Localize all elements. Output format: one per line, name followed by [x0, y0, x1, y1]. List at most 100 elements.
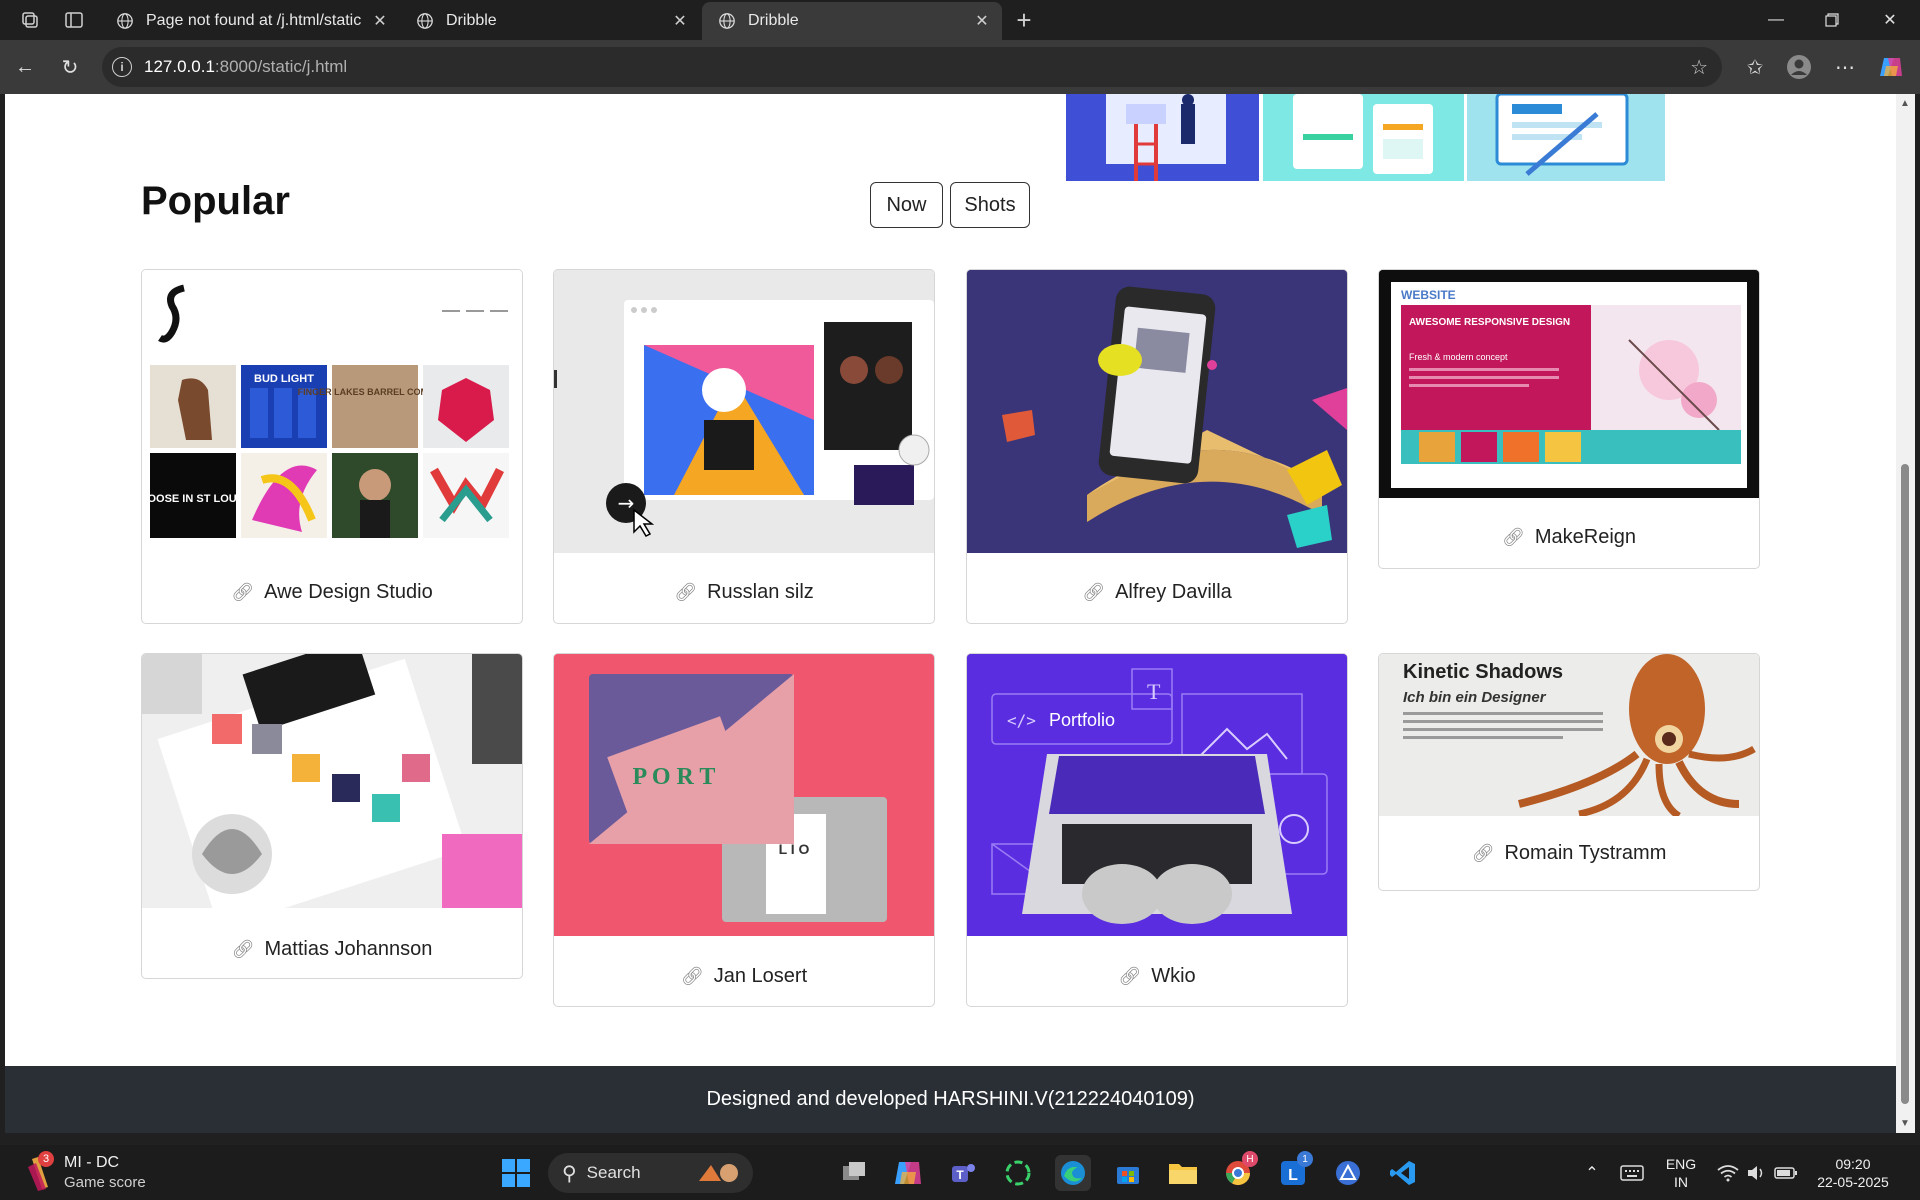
- workspaces-icon[interactable]: [18, 8, 42, 32]
- shot-card-label: Jan Losert: [713, 964, 808, 987]
- vscode-icon[interactable]: [1385, 1155, 1421, 1191]
- url-text[interactable]: 127.0.0.1:8000/static/j.html: [144, 57, 347, 77]
- linkedin-icon[interactable]: L 1: [1275, 1151, 1313, 1191]
- language-indicator[interactable]: ENG IN: [1662, 1155, 1700, 1191]
- copilot-taskbar-icon[interactable]: [890, 1155, 926, 1191]
- footer-credit: Designed and developed HARSHINI.V(212224…: [706, 1088, 1195, 1110]
- shot-card-caption[interactable]: 🔗︎ Alfrey Davilla: [967, 580, 1347, 604]
- battery-icon[interactable]: [1768, 1155, 1804, 1191]
- keyboard-icon[interactable]: [1614, 1155, 1650, 1191]
- shot-card-caption[interactable]: 🔗︎ Romain Tystramm: [1379, 841, 1759, 865]
- filter-shots-button[interactable]: Shots: [950, 182, 1030, 228]
- edge-icon[interactable]: [1055, 1155, 1091, 1191]
- back-arrow-icon[interactable]: ←: [10, 52, 40, 82]
- shot-card[interactable]: BUD LIGHT FINGER LAKES BARREL COMPANY GO…: [141, 269, 523, 624]
- shot-card-caption[interactable]: 🔗︎ Jan Losert: [554, 964, 934, 988]
- globe-icon: [719, 13, 735, 29]
- bud-light-text: BUD LIGHT: [254, 373, 314, 385]
- shot-card-label: Alfrey Davilla: [1115, 580, 1232, 603]
- shot-thumbnail[interactable]: [142, 654, 522, 908]
- link-icon: 🔗︎: [674, 581, 698, 602]
- tray-overflow-icon[interactable]: ⌃: [1574, 1155, 1610, 1191]
- shot-card[interactable]: </> Portfolio T 🔗︎ Wkio: [966, 653, 1348, 1007]
- shot-card[interactable]: WEBSITE AWESOME RESPONSIVE DESIGN Fresh …: [1378, 269, 1760, 569]
- address-bar[interactable]: i 127.0.0.1:8000/static/j.html ☆: [102, 47, 1722, 87]
- page-footer: Designed and developed HARSHINI.V(212224…: [5, 1066, 1896, 1133]
- url-path: :8000/static/j.html: [214, 57, 348, 76]
- makereign-headline: AWESOME RESPONSIVE DESIGN: [1409, 317, 1570, 328]
- shot-thumbnail[interactable]: Kinetic Shadows Ich bin ein Designer: [1379, 654, 1759, 816]
- tab-dribble-active[interactable]: Dribble ✕: [702, 2, 1002, 40]
- hero-illustration-ladder: [1066, 94, 1259, 181]
- shot-thumbnail[interactable]: WEBSITE AWESOME RESPONSIVE DESIGN Fresh …: [1379, 270, 1759, 498]
- clock-date: 22-05-2025: [1817, 1174, 1889, 1190]
- goose-text: GOOSE IN ST LOUIS: [142, 493, 247, 505]
- shot-card-label: Russlan silz: [707, 580, 814, 603]
- shot-card[interactable]: → 🔗︎ Russlan silz: [553, 269, 935, 624]
- shot-thumbnail[interactable]: [967, 270, 1347, 553]
- shot-card-caption[interactable]: 🔗︎ Awe Design Studio: [142, 580, 522, 604]
- restore-icon[interactable]: [1804, 0, 1860, 40]
- shot-thumbnail[interactable]: L I O P O R T: [554, 654, 934, 936]
- file-explorer-icon[interactable]: [1165, 1155, 1201, 1191]
- favorites-icon[interactable]: ✩: [1740, 52, 1770, 82]
- shot-card[interactable]: 🔗︎ Alfrey Davilla: [966, 269, 1348, 624]
- profile-avatar-icon[interactable]: [1784, 52, 1814, 82]
- link-icon: 🔗︎: [680, 965, 704, 986]
- browser-toolbar: ← ↻ i 127.0.0.1:8000/static/j.html ☆ ✩ ⋯: [0, 40, 1920, 94]
- tab-actions-icon[interactable]: [62, 8, 86, 32]
- new-tab-icon[interactable]: +: [1012, 5, 1036, 35]
- close-icon[interactable]: ✕: [970, 11, 994, 31]
- page-viewport: Popular Now Shots BUD LIGHT FINGER LAKES…: [5, 94, 1896, 1133]
- shot-card-caption[interactable]: 🔗︎ Mattias Johannson: [142, 937, 522, 961]
- windows-start-icon[interactable]: [498, 1155, 534, 1191]
- hero-illustration-app-screens: [1263, 94, 1464, 181]
- task-view-icon[interactable]: [836, 1155, 872, 1191]
- shot-card-caption[interactable]: 🔗︎ Russlan silz: [554, 580, 934, 604]
- close-icon[interactable]: ✕: [668, 11, 692, 31]
- page-title: Popular: [141, 179, 290, 223]
- copilot-icon[interactable]: [1876, 52, 1906, 82]
- close-icon[interactable]: ✕: [368, 11, 392, 31]
- favorite-star-icon[interactable]: ☆: [1690, 55, 1708, 80]
- minimize-icon[interactable]: ―: [1748, 0, 1804, 40]
- store-icon[interactable]: [1110, 1155, 1146, 1191]
- search-label: Search: [586, 1163, 641, 1182]
- tab-dribble[interactable]: Dribble ✕: [400, 2, 700, 40]
- scrollbar-thumb[interactable]: [1901, 464, 1909, 1104]
- shot-card[interactable]: Kinetic Shadows Ich bin ein Designer 🔗︎ …: [1378, 653, 1760, 891]
- search-icon: ⚲: [562, 1162, 577, 1185]
- refresh-icon[interactable]: ↻: [55, 52, 85, 82]
- filter-now-button[interactable]: Now: [870, 182, 943, 228]
- link-icon: 🔗︎: [1118, 965, 1142, 986]
- app-triangle-icon[interactable]: [1330, 1155, 1366, 1191]
- game-widget[interactable]: 3 MI - DC Game score: [24, 1151, 146, 1193]
- shot-thumbnail[interactable]: →: [554, 270, 934, 553]
- shot-card[interactable]: 🔗︎ Mattias Johannson: [141, 653, 523, 979]
- hero-illustration-monitor: [1467, 94, 1665, 181]
- browser-titlebar: Page not found at /j.html/static ✕ Dribb…: [0, 0, 1920, 40]
- link-icon: 🔗︎: [1501, 526, 1525, 547]
- shot-thumbnail[interactable]: BUD LIGHT FINGER LAKES BARREL COMPANY GO…: [142, 270, 522, 553]
- tab-page-not-found[interactable]: Page not found at /j.html/static ✕: [100, 2, 400, 40]
- scroll-down-icon[interactable]: ▼: [1900, 1118, 1910, 1129]
- clock[interactable]: 09:20 22-05-2025: [1808, 1155, 1898, 1191]
- shot-card-caption[interactable]: 🔗︎ MakeReign: [1379, 525, 1759, 549]
- chrome-badge: H: [1242, 1151, 1258, 1167]
- shot-card-label: Awe Design Studio: [264, 580, 433, 603]
- svg-text:</>: </>: [1007, 711, 1036, 730]
- makereign-subtitle: Fresh & modern concept: [1409, 352, 1508, 362]
- chrome-icon[interactable]: H: [1220, 1151, 1258, 1191]
- scroll-up-icon[interactable]: ▲: [1900, 98, 1910, 109]
- site-info-icon[interactable]: i: [112, 57, 132, 77]
- teams-icon[interactable]: T: [945, 1155, 981, 1191]
- sync-icon[interactable]: [1000, 1155, 1036, 1191]
- more-menu-icon[interactable]: ⋯: [1830, 52, 1860, 82]
- shot-thumbnail[interactable]: </> Portfolio T: [967, 654, 1347, 936]
- lang-top: ENG: [1665, 1156, 1697, 1172]
- page-scrollbar[interactable]: ▲ ▼: [1896, 94, 1915, 1133]
- shot-card[interactable]: L I O P O R T 🔗︎ Jan Losert: [553, 653, 935, 1007]
- taskbar-search[interactable]: ⚲ Search: [548, 1153, 753, 1193]
- shot-card-caption[interactable]: 🔗︎ Wkio: [967, 964, 1347, 988]
- window-close-icon[interactable]: ✕: [1862, 0, 1918, 40]
